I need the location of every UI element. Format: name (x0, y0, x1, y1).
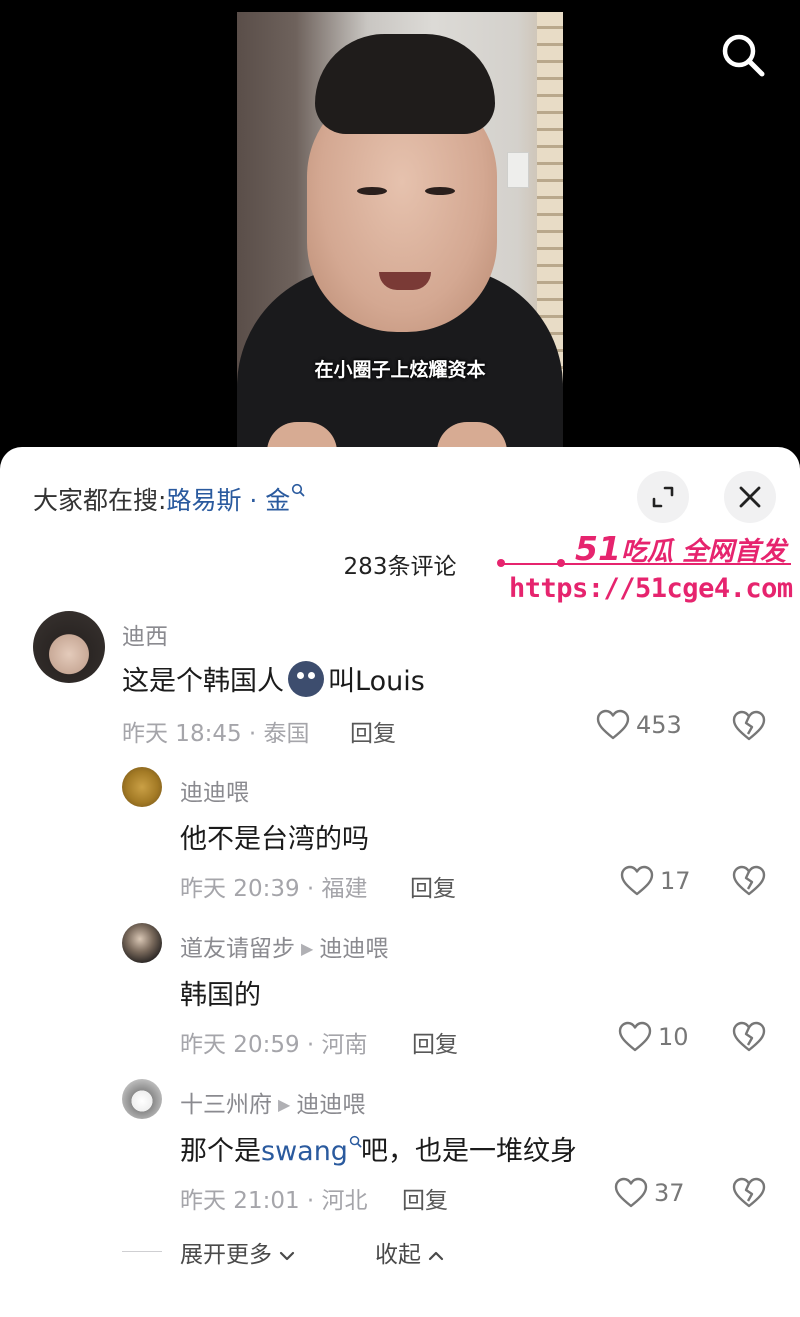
dislike-button[interactable] (732, 1177, 766, 1213)
like-button[interactable]: 17 (620, 865, 691, 897)
comment-meta: 昨天 20:39 · 福建 (180, 876, 368, 902)
eye-right (425, 187, 455, 195)
avatar[interactable] (122, 923, 162, 963)
avatar[interactable] (33, 611, 105, 683)
like-count: 10 (658, 1023, 689, 1051)
chevron-down-icon (280, 1251, 295, 1261)
collapse-label: 收起 (375, 1242, 421, 1268)
comment-text: 他不是台湾的吗 (180, 824, 369, 855)
expand-button[interactable] (637, 471, 689, 523)
comment-text-part: 吧，也是一堆纹身 (360, 1136, 577, 1167)
comment-text-part: 这是个韩国人 (122, 666, 284, 697)
expand-more-button[interactable]: 展开更多 (180, 1235, 295, 1269)
reply-arrow-icon: ▶ (278, 1095, 291, 1114)
reply-button[interactable]: 回复 (412, 1025, 458, 1059)
comment-text-part: 叫Louis (328, 666, 425, 697)
comment-meta: 昨天 18:45 · 泰国 (122, 721, 310, 747)
comment-username-label[interactable]: 道友请留步 (180, 936, 295, 962)
watermark-line (501, 563, 791, 565)
expand-icon (652, 486, 674, 508)
comment-username-label[interactable]: 十三州府 (180, 1092, 272, 1118)
trending-search[interactable]: 大家都在搜:路易斯 · 金 (33, 481, 305, 517)
broken-heart-icon (732, 710, 766, 741)
comment-text-part: 那个是 (180, 1136, 261, 1167)
reply-button[interactable]: 回复 (410, 869, 456, 903)
search-mini-icon (291, 474, 305, 503)
comment-username: 道友请留步 ▶ 迪迪喂 (180, 929, 388, 963)
comment-text: 那个是swang 吧，也是一堆纹身 (180, 1129, 577, 1168)
comment-username[interactable]: 迪西 (122, 617, 168, 651)
comments-panel: 大家都在搜:路易斯 · 金 283条评论 51吃瓜 全网首发 https://5… (0, 447, 800, 1317)
emoji-icon (288, 661, 324, 697)
video-area[interactable]: 在小圈子上炫耀资本 (0, 0, 800, 460)
trending-search-term[interactable]: 路易斯 · 金 (166, 486, 290, 515)
reply-to-username[interactable]: 迪迪喂 (319, 936, 388, 962)
broken-heart-icon (732, 865, 766, 896)
search-mini-icon (349, 1124, 362, 1155)
dislike-button[interactable] (732, 1021, 766, 1057)
like-count: 37 (654, 1179, 685, 1207)
comment-username[interactable]: 迪迪喂 (180, 773, 249, 807)
comment-meta: 昨天 21:01 · 河北 (180, 1188, 368, 1214)
broken-heart-icon (732, 1021, 766, 1052)
like-count: 17 (660, 867, 691, 895)
like-count: 453 (636, 711, 682, 739)
reply-button[interactable]: 回复 (350, 714, 396, 748)
like-button[interactable]: 37 (614, 1177, 685, 1209)
expand-more-label: 展开更多 (180, 1242, 272, 1268)
mouth (379, 272, 431, 290)
comment-meta: 昨天 20:59 · 河南 (180, 1032, 368, 1058)
eye-left (357, 187, 387, 195)
comment-text: 韩国的 (180, 980, 261, 1011)
chevron-up-icon (429, 1251, 444, 1261)
search-icon (722, 34, 765, 77)
avatar[interactable] (122, 767, 162, 807)
avatar[interactable] (122, 1079, 162, 1119)
inline-search-link[interactable]: swang (261, 1136, 348, 1167)
like-button[interactable]: 10 (618, 1021, 689, 1053)
reply-button[interactable]: 回复 (402, 1181, 448, 1215)
collapse-button[interactable]: 收起 (375, 1235, 444, 1269)
video-caption: 在小圈子上炫耀资本 (314, 359, 486, 381)
comment-username: 十三州府 ▶ 迪迪喂 (180, 1085, 365, 1119)
comment-text: 这是个韩国人 叫Louis (122, 659, 425, 698)
dislike-button[interactable] (732, 710, 766, 746)
like-button[interactable]: 453 (596, 709, 682, 741)
heart-icon (620, 865, 654, 896)
heart-icon (618, 1021, 652, 1052)
search-button[interactable] (718, 30, 768, 80)
close-button[interactable] (724, 471, 776, 523)
close-icon (739, 486, 761, 508)
watermark-url: https://51cge4.com (509, 573, 793, 604)
thread-divider (122, 1251, 162, 1252)
watermark-dot (557, 559, 565, 567)
watermark: 51吃瓜 全网首发 https://51cge4.com (497, 529, 797, 609)
heart-icon (596, 709, 630, 740)
trending-search-label: 大家都在搜: (33, 486, 167, 515)
heart-icon (614, 1177, 648, 1208)
wall-outlet (507, 152, 529, 188)
reply-arrow-icon: ▶ (301, 939, 314, 958)
watermark-dot (497, 559, 505, 567)
person-hair (315, 34, 495, 134)
reply-to-username[interactable]: 迪迪喂 (296, 1092, 365, 1118)
broken-heart-icon (732, 1177, 766, 1208)
video-frame[interactable]: 在小圈子上炫耀资本 (237, 12, 563, 460)
dislike-button[interactable] (732, 865, 766, 901)
